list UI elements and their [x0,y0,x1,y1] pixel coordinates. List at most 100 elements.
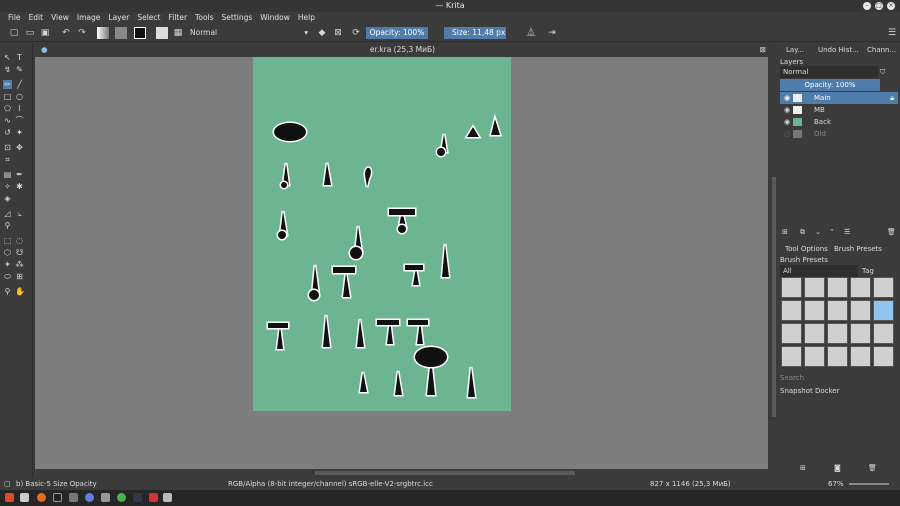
polygon-tool-icon[interactable]: ⬠ [3,104,12,113]
contiguous-select-icon[interactable]: ✶ [3,260,12,269]
menu-file[interactable]: File [4,12,25,24]
menu-view[interactable]: View [47,12,73,24]
tab-undo-history[interactable]: Undo Hist... [818,45,859,56]
menu-tools[interactable]: Tools [191,12,217,24]
gradient-icon[interactable] [97,27,109,39]
eye-icon[interactable]: ◉ [784,104,790,116]
close-icon[interactable]: × [887,2,895,10]
add-snapshot-icon[interactable]: ⊞ [800,462,812,474]
menu-layer[interactable]: Layer [104,12,133,24]
dynamic-brush-icon[interactable]: ↺ [3,128,12,137]
color-picker-icon[interactable]: ✒ [15,170,24,179]
rect-select-icon[interactable]: ⬚ [3,236,12,245]
bezier-select-icon[interactable]: ⬭ [3,272,12,281]
layer-blend-select[interactable]: Normal [780,66,878,78]
brush-preset[interactable] [781,323,802,344]
delete-snapshot-icon[interactable]: 🗑︎ [868,462,880,474]
pattern-icon[interactable] [115,27,127,39]
measure-tool-icon[interactable]: ⦣ [15,209,24,218]
edit-shapes-icon[interactable]: ↯ [3,65,12,74]
line-tool-icon[interactable]: ╱ [15,80,24,89]
layer-row-main[interactable]: ◉ Main 🔒︎ [780,92,898,104]
polygon-select-icon[interactable]: ⬡ [3,248,12,257]
redo-icon[interactable]: ↷ [76,27,88,39]
brush-preset[interactable] [873,277,894,298]
menu-image[interactable]: Image [73,12,105,24]
open-icon[interactable]: ▭ [24,27,36,39]
move-up-icon[interactable]: ⌃ [829,226,841,238]
menu-help[interactable]: Help [294,12,319,24]
move-down-icon[interactable]: ⌄ [815,226,827,238]
mirror-v-icon[interactable]: ⇥ [546,27,558,39]
brush-preset[interactable] [850,323,871,344]
brush-preset[interactable] [804,277,825,298]
reload-icon[interactable]: ⟳ [350,27,362,39]
opacity-slider[interactable]: Opacity: 100% [366,27,428,39]
vertical-scrollbar[interactable] [770,57,778,469]
files-icon[interactable] [20,493,29,502]
brush-preset[interactable] [781,300,802,321]
text-tool-icon[interactable]: T [15,53,24,62]
brush-preset[interactable] [873,323,894,344]
eye-icon[interactable]: ◉ [784,92,790,104]
delete-layer-icon[interactable]: 🗑︎ [887,226,899,238]
freehand-brush-icon[interactable]: ✏ [3,80,12,89]
save-icon[interactable]: ▣ [39,27,51,39]
freehand-select-icon[interactable]: ☋ [15,248,24,257]
camera-icon[interactable]: ◙ [834,462,846,474]
freehand-path-icon[interactable]: ⌒ [15,116,24,125]
polyline-tool-icon[interactable]: ⌇ [15,104,24,113]
layer-opacity-slider[interactable]: Opacity: 100% [780,79,880,91]
pdf-icon[interactable] [149,493,158,502]
brush-preset-icon[interactable] [156,27,168,39]
text-editor-icon[interactable] [101,493,110,502]
tab-channels[interactable]: Chann... [867,45,896,56]
minimize-icon[interactable]: – [863,2,871,10]
calligraphy-icon[interactable]: ✎ [15,65,24,74]
layer-row-mb[interactable]: ◉ МВ [780,104,898,116]
menu-settings[interactable]: Settings [218,12,257,24]
grid-icon[interactable]: ▦ [172,27,184,39]
pan-tool-icon[interactable]: ✋ [15,287,25,296]
add-layer-icon[interactable]: ⊞ [782,226,794,238]
move-tool-icon[interactable]: ✥ [15,143,24,152]
mirror-h-icon[interactable]: ⏅ [525,27,537,39]
maximize-icon[interactable]: □ [875,2,883,10]
brush-preset[interactable] [850,300,871,321]
brush-preset[interactable] [850,277,871,298]
zoom-slider[interactable] [849,483,889,485]
brush-preset[interactable] [781,277,802,298]
menu-filter[interactable]: Filter [164,12,191,24]
select-shapes-icon[interactable]: ↖ [3,53,12,62]
magnetic-select-icon[interactable]: ⊞ [15,272,24,281]
tab-layers[interactable]: Lay... [786,45,804,56]
duplicate-layer-icon[interactable]: ⧉ [800,226,812,238]
eraser-icon[interactable]: ◆ [316,27,328,39]
menu-edit[interactable]: Edit [25,12,48,24]
new-document-icon[interactable]: ▢ [8,27,20,39]
layer-row-back[interactable]: ◉ Back [780,116,898,128]
ellipse-select-icon[interactable]: ◌ [15,236,24,245]
size-slider[interactable]: Size: 11,48 px [444,27,506,39]
fill-tool-icon[interactable]: ◈ [3,194,12,203]
canvas-area[interactable] [35,57,768,469]
brush-preset[interactable] [850,346,871,367]
eye-off-icon[interactable]: ◌ [784,128,790,140]
menu-select[interactable]: Select [133,12,164,24]
telegram-icon[interactable] [133,493,142,502]
layer-lock-icon[interactable]: 🔒︎ [890,92,894,104]
firefox-icon[interactable] [37,493,46,502]
brush-preset[interactable] [804,300,825,321]
color-swatch-icon[interactable] [134,27,146,39]
preset-search-input[interactable]: Search [780,372,898,384]
brush-preset[interactable] [827,323,848,344]
brush-preset[interactable] [804,323,825,344]
app-menu-icon[interactable] [5,493,14,502]
gradient-tool-icon[interactable]: ▤ [3,170,12,179]
brush-preset[interactable] [873,346,894,367]
toolbar-menu-icon[interactable]: ☰ [886,27,898,39]
ellipse-tool-icon[interactable]: ○ [15,92,24,101]
eye-icon[interactable]: ◉ [784,116,790,128]
brush-preset-selected[interactable] [873,300,894,321]
undo-icon[interactable]: ↶ [60,27,72,39]
